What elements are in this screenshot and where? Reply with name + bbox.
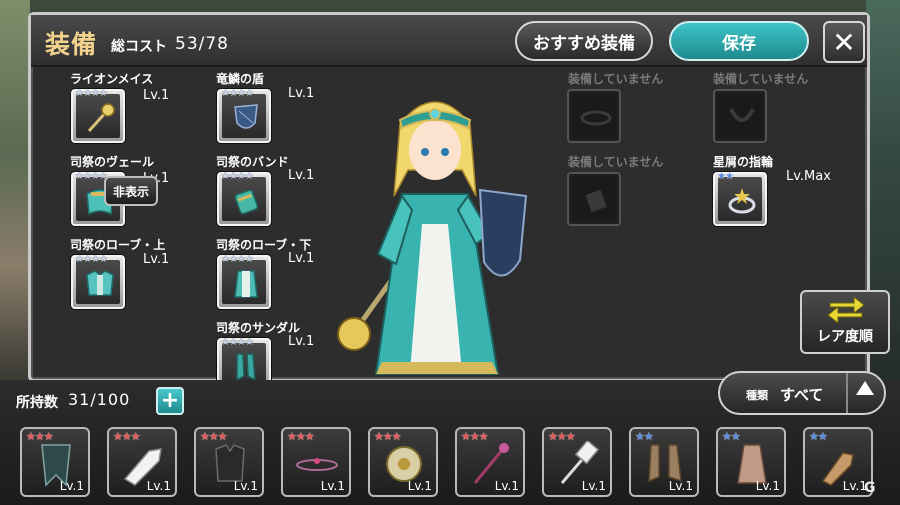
- item-level: Lv.1: [755, 479, 780, 493]
- inventory-item[interactable]: ★★★ Lv.1: [455, 427, 525, 497]
- inventory-count-label: 所持数: [16, 395, 58, 411]
- slot-icon[interactable]: ★★★★: [217, 171, 271, 226]
- slot-level: Lv.1: [288, 334, 315, 349]
- rarity-stars: ★★★★: [221, 254, 254, 265]
- inventory-count-value: 31/100: [68, 390, 131, 409]
- filter-value: すべて: [780, 386, 824, 404]
- filter-label: 種類: [746, 389, 768, 402]
- slot-icon[interactable]: ★★: [713, 171, 767, 226]
- expand-inventory-button[interactable]: +: [156, 387, 184, 415]
- slot-level: Lv.Max: [786, 169, 831, 184]
- robe-bottom-icon: [234, 270, 258, 298]
- type-filter-dropdown[interactable]: 種類 すべて: [718, 371, 886, 415]
- slot-name: 司祭のローブ・上: [70, 238, 166, 252]
- empty-slot-label: 装備していません: [713, 72, 809, 86]
- sandal-icon: [236, 353, 256, 382]
- slot-name: 星屑の指輪: [713, 155, 774, 169]
- save-button[interactable]: 保存: [669, 21, 809, 61]
- item-level: Lv.1: [407, 479, 432, 493]
- plus-icon: +: [160, 388, 180, 413]
- close-button[interactable]: ✕: [823, 21, 865, 63]
- character-preview: [337, 101, 528, 375]
- rarity-sort-label: レア度順: [817, 329, 873, 345]
- item-level: Lv.1: [233, 479, 258, 493]
- slot-icon[interactable]: ★★★★: [217, 254, 271, 309]
- slot-icon[interactable]: ★★★★: [71, 254, 125, 309]
- inventory-item[interactable]: ★★ Lv.1: [716, 427, 786, 497]
- slot-level: Lv.1: [288, 86, 315, 101]
- recommend-equipment-button[interactable]: おすすめ装備: [515, 21, 653, 61]
- total-cost-label: 総コスト: [111, 39, 167, 55]
- inventory-item[interactable]: ★★★ Lv.1: [20, 427, 90, 497]
- item-level: Lv.1: [320, 479, 345, 493]
- slot-level: Lv.1: [143, 88, 170, 103]
- ring-icon: [728, 188, 756, 214]
- item-level: Lv.1: [494, 479, 519, 493]
- rarity-sort-button[interactable]: レア度順: [800, 290, 890, 354]
- band-icon: [234, 189, 259, 215]
- slot-icon[interactable]: ★★★★: [71, 88, 125, 143]
- empty-slot-icon[interactable]: [713, 89, 767, 143]
- rarity-stars: ★★★★: [75, 88, 108, 99]
- slot-level: Lv.1: [143, 252, 170, 267]
- panel-header: 装備 総コスト 53/78 おすすめ装備 保存 ✕: [31, 15, 867, 67]
- rarity-stars: ★★★★: [221, 337, 254, 348]
- slot-level: Lv.1: [288, 251, 315, 266]
- headband-silhouette-icon: [580, 110, 612, 126]
- rarity-stars: ★★★★: [75, 171, 108, 182]
- slot-icon[interactable]: ★★★★: [217, 88, 271, 143]
- item-level: Lv.1: [581, 479, 606, 493]
- item-level: Lv.1: [668, 479, 693, 493]
- necklace-silhouette-icon: [729, 108, 755, 122]
- slot-name: 司祭のバンド: [216, 155, 289, 169]
- hide-toggle-button[interactable]: 非表示: [104, 176, 158, 206]
- swap-arrows-icon: [827, 295, 865, 324]
- empty-slot-label: 装備していません: [568, 72, 664, 86]
- item-level: Lv.1: [59, 479, 84, 493]
- badge-silhouette-icon: [585, 189, 607, 213]
- background-scenery-left: [0, 0, 30, 380]
- close-icon: ✕: [832, 25, 856, 59]
- triangle-up-icon[interactable]: [856, 381, 874, 395]
- robe-top-icon: [86, 270, 114, 296]
- inventory-item[interactable]: ★★★ Lv.1: [368, 427, 438, 497]
- site-watermark-logo: G: [864, 480, 876, 496]
- rarity-stars: ★★★★: [75, 254, 108, 265]
- empty-slot-icon[interactable]: [567, 172, 621, 226]
- mace-icon: [87, 103, 115, 133]
- rarity-stars: ★★★★: [221, 171, 254, 182]
- empty-slot-label: 装備していません: [568, 155, 664, 169]
- slot-name: ライオンメイス: [70, 72, 154, 86]
- slot-name: 司祭のヴェール: [70, 155, 155, 169]
- slot-level: Lv.1: [288, 168, 315, 183]
- rarity-stars: ★★: [717, 171, 734, 182]
- background-scenery-right: [866, 0, 900, 330]
- slot-name: 竜鱗の盾: [216, 72, 265, 86]
- total-cost-value: 53/78: [175, 34, 229, 54]
- inventory-item[interactable]: ★★ Lv.1: [629, 427, 699, 497]
- inventory-item[interactable]: ★★★ Lv.1: [107, 427, 177, 497]
- inventory-item[interactable]: ★★★ Lv.1: [281, 427, 351, 497]
- rarity-stars: ★★★★: [221, 88, 254, 99]
- empty-slot-icon[interactable]: [567, 89, 621, 143]
- inventory-item[interactable]: ★★★ Lv.1: [542, 427, 612, 497]
- page-title: 装備: [45, 30, 98, 59]
- inventory-item[interactable]: ★★ Lv.1: [803, 427, 873, 497]
- item-level: Lv.1: [146, 479, 171, 493]
- shield-icon: [234, 104, 258, 129]
- inventory-item[interactable]: ★★★ Lv.1: [194, 427, 264, 497]
